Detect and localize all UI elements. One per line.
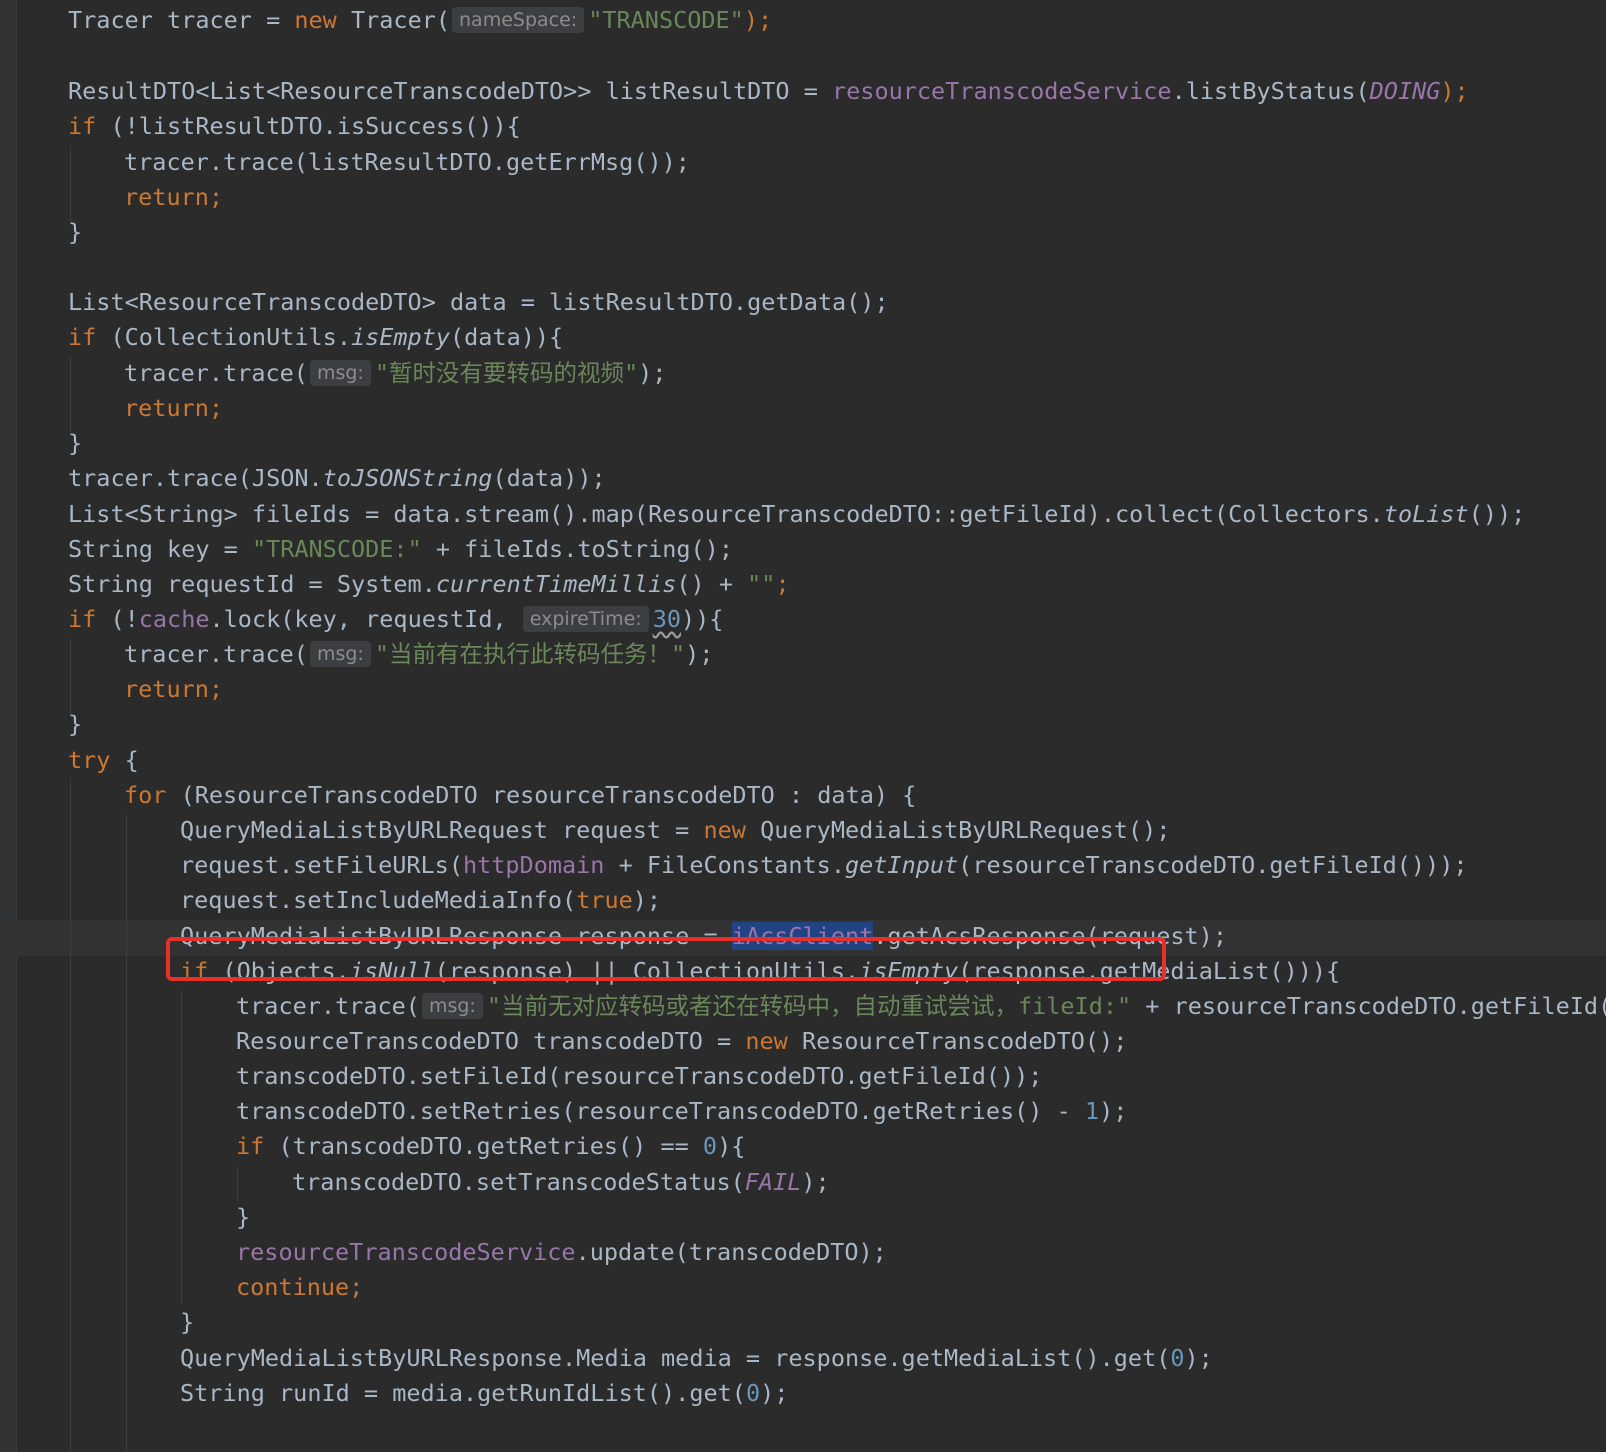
code-line: try {	[68, 746, 139, 774]
indent-guide	[70, 638, 71, 714]
editor-gutter	[0, 0, 17, 1452]
code-line: QueryMediaListByURLResponse.Media media …	[180, 1344, 1213, 1372]
code-line: transcodeDTO.setFileId(resourceTranscode…	[236, 1062, 1043, 1090]
code-line: if (!cache.lock(key, requestId, expireTi…	[68, 605, 724, 633]
code-line: tracer.trace(listResultDTO.getErrMsg());	[124, 148, 690, 176]
indent-guide	[70, 357, 71, 433]
code-line: for (ResourceTranscodeDTO resourceTransc…	[124, 781, 917, 809]
code-line: return;	[124, 394, 224, 422]
code-line: tracer.trace(msg: "当前有在执行此转码任务！");	[124, 640, 714, 668]
code-line: tracer.trace(msg: "当前无对应转码或者还在转码中，自动重试尝试，…	[236, 992, 1606, 1020]
code-line: ResultDTO<List<ResourceTranscodeDTO>> li…	[68, 77, 1469, 105]
parameter-hint: msg:	[421, 993, 483, 1019]
code-line: }	[180, 1308, 195, 1336]
code-line: if (!listResultDTO.isSuccess()){	[68, 112, 521, 140]
code-line: if (transcodeDTO.getRetries() == 0){	[236, 1132, 746, 1160]
code-line: tracer.trace(msg: "暂时没有要转码的视频");	[124, 359, 667, 387]
code-line: Tracer tracer = new Tracer(nameSpace: "TR…	[68, 6, 773, 34]
code-editor[interactable]: Tracer tracer = new Tracer(nameSpace: "TR…	[0, 0, 1606, 1452]
code-line: List<ResourceTranscodeDTO> data = listRe…	[68, 288, 889, 316]
code-line: continue;	[236, 1273, 364, 1301]
code-line: String runId = media.getRunIdList().get(…	[180, 1379, 789, 1407]
code-line: request.setFileURLs(httpDomain + FileCon…	[180, 851, 1468, 879]
code-line: tracer.trace(JSON.toJSONString(data));	[68, 464, 606, 492]
code-line: String requestId = System.currentTimeMil…	[68, 570, 790, 598]
parameter-hint: expireTime:	[522, 606, 649, 632]
code-line: request.setIncludeMediaInfo(true);	[180, 886, 662, 914]
red-annotation-box	[166, 937, 1166, 981]
indent-guide	[70, 778, 71, 1452]
code-line: }	[236, 1203, 251, 1231]
code-line: return;	[124, 675, 224, 703]
code-line: QueryMediaListByURLRequest request = new…	[180, 816, 1171, 844]
code-line: String key = "TRANSCODE:" + fileIds.toSt…	[68, 535, 733, 563]
code-line: transcodeDTO.setRetries(resourceTranscod…	[236, 1097, 1128, 1125]
code-line: ResourceTranscodeDTO transcodeDTO = new …	[236, 1027, 1128, 1055]
parameter-hint: msg:	[309, 641, 371, 667]
code-line: List<String> fileIds = data.stream().map…	[68, 500, 1526, 528]
code-line: }	[68, 710, 83, 738]
indent-guide	[126, 814, 127, 1452]
parameter-hint: nameSpace:	[452, 7, 585, 33]
indent-guide	[70, 146, 71, 222]
code-line: if (CollectionUtils.isEmpty(data)){	[68, 323, 564, 351]
indent-guide	[181, 990, 182, 1304]
code-line: return;	[124, 183, 224, 211]
indent-guide	[237, 1166, 238, 1202]
code-line: }	[68, 429, 83, 457]
code-line: resourceTranscodeService.update(transcod…	[236, 1238, 887, 1266]
code-line: }	[68, 218, 83, 246]
code-line: transcodeDTO.setTranscodeStatus(FAIL);	[292, 1168, 830, 1196]
parameter-hint: msg:	[309, 360, 371, 386]
